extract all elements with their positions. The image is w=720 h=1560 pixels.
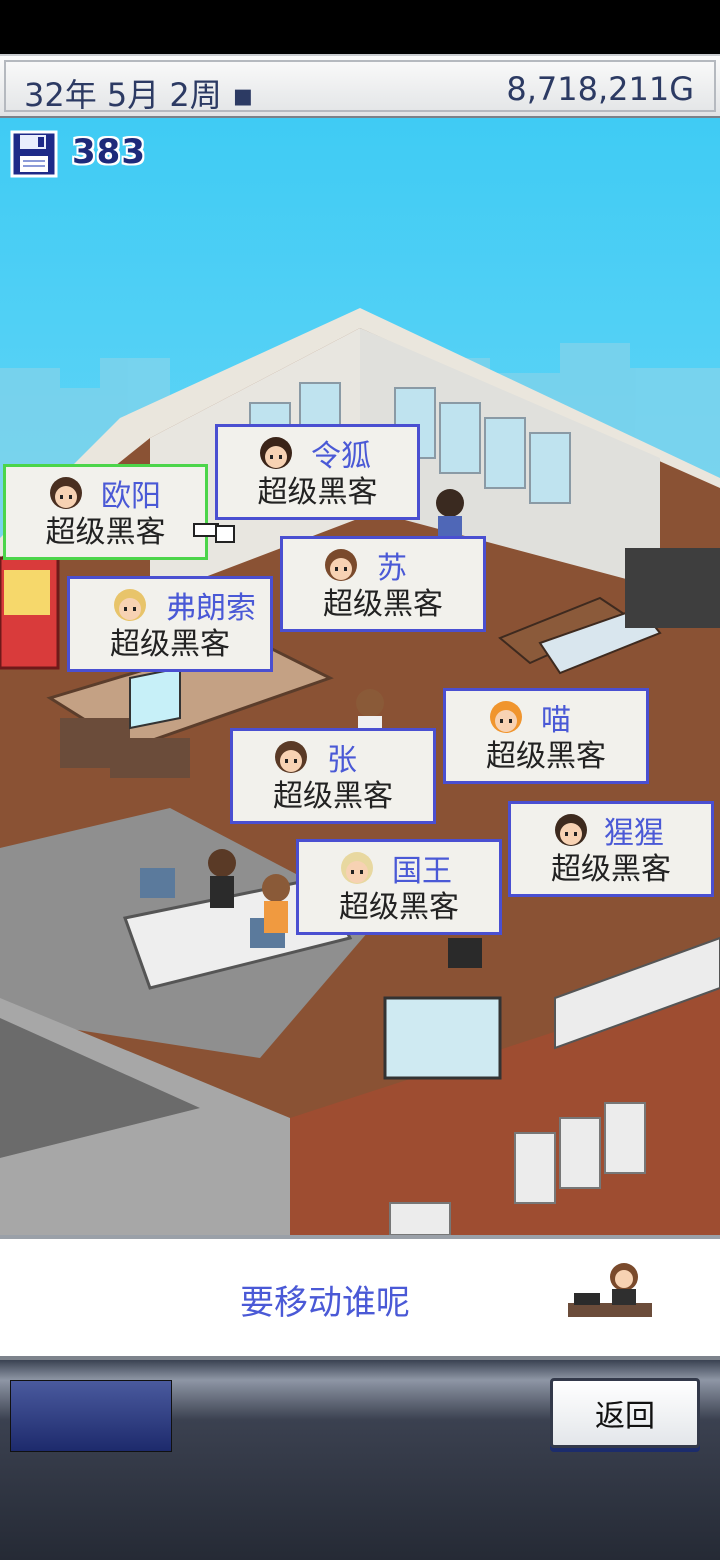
system-status-bar [0,0,720,54]
save-count: 383 [72,132,146,172]
office-game-view[interactable]: 383 欧阳 超级黑客 令狐 超级黑客苏超级黑客 弗朗索 超级黑客喵超级黑客张超级黑客 猩猩… [0,118,720,1235]
message-bar: 要移动谁呢 [0,1235,720,1360]
staff-job: 超级黑客 [339,890,459,925]
staff-job: 超级黑客 [273,779,393,814]
office-scene [0,118,720,1235]
back-button[interactable]: 返回 [550,1378,700,1448]
menu-panel[interactable] [10,1380,172,1452]
staff-job: 超级黑客 [257,475,378,510]
staff-job: 超级黑客 [45,515,166,550]
secretary-icon [568,1263,652,1317]
staff-tag[interactable]: 弗朗索 超级黑客 [67,576,273,672]
game-date: 32年 5月 2周 ▪ [24,76,254,114]
floppy-disk-icon [10,130,58,178]
pointing-hand-icon [193,523,235,543]
bottom-bar: 返回 [0,1360,720,1560]
staff-tag[interactable]: 张超级黑客 [230,728,436,824]
staff-job: 超级黑客 [486,739,606,774]
staff-tag[interactable]: 猩猩 超级黑客 [508,801,714,897]
staff-job: 超级黑客 [323,587,443,622]
staff-tag[interactable]: 令狐 超级黑客 [215,424,420,520]
staff-job: 超级黑客 [551,852,671,887]
save-indicator: 383 [10,130,145,182]
top-info-bar: 32年 5月 2周 ▪ 8,718,211G [0,54,720,118]
prompt-message: 要移动谁呢 [240,1283,410,1323]
money-counter: 8,718,211G [506,70,694,108]
staff-tag[interactable]: 国王 超级黑客 [296,839,502,935]
staff-tag[interactable]: 欧阳 超级黑客 [3,464,208,560]
staff-tag[interactable]: 喵超级黑客 [443,688,649,784]
vending-display [4,570,50,615]
staff-tag[interactable]: 苏超级黑客 [280,536,486,632]
staff-job: 超级黑客 [110,627,230,662]
